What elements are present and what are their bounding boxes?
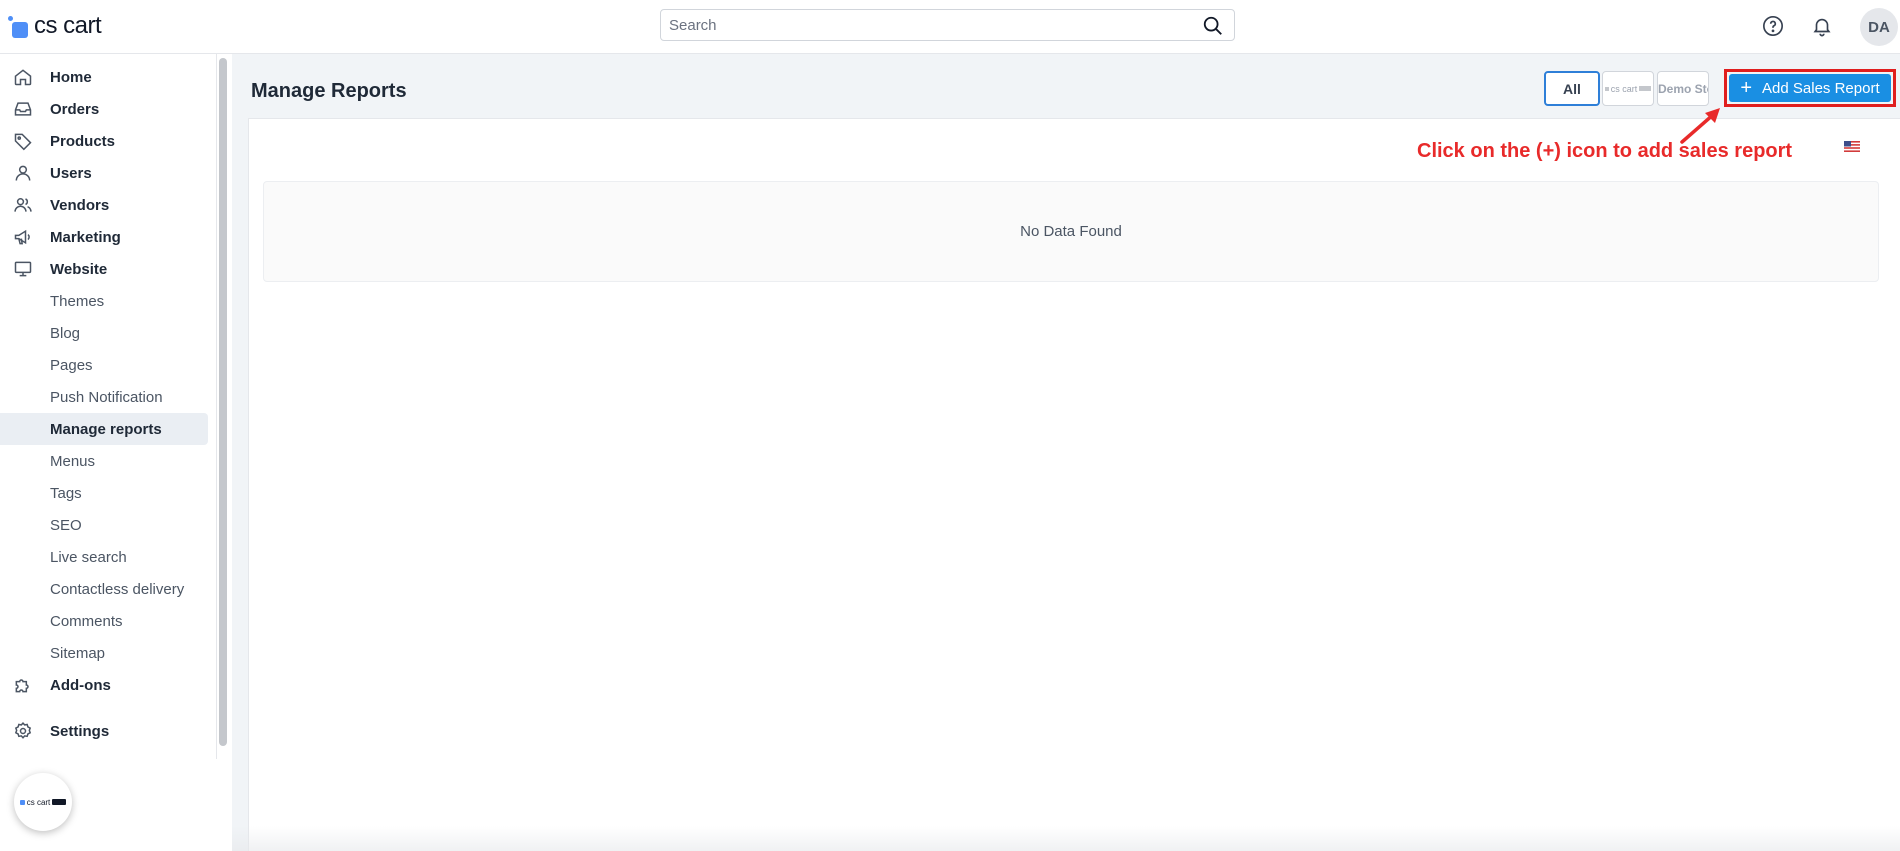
storefront-filter-demo-store[interactable]: Demo Store xyxy=(1657,71,1709,106)
user-icon xyxy=(15,165,31,181)
sidebar-item-settings[interactable]: Settings xyxy=(0,715,208,747)
add-sales-report-button[interactable]: + Add Sales Report xyxy=(1729,74,1891,102)
sidebar-item-vendors[interactable]: Vendors xyxy=(0,189,208,221)
sidebar-item-label: Marketing xyxy=(50,228,121,246)
sidebar-subitem-label: Manage reports xyxy=(50,420,162,438)
sidebar-item-label: Home xyxy=(50,68,92,86)
sidebar-subitem-sitemap[interactable]: Sitemap xyxy=(0,637,208,669)
avatar[interactable]: DA xyxy=(1860,8,1898,46)
storefront-filter-all[interactable]: All xyxy=(1544,71,1600,106)
sidebar-subitem-label: Tags xyxy=(50,484,82,502)
sidebar-item-products[interactable]: Products xyxy=(0,125,208,157)
gear-icon xyxy=(14,721,32,739)
store-logo: cs cart xyxy=(19,797,67,807)
users-icon xyxy=(14,198,32,212)
store-name: Demo Store xyxy=(1658,81,1708,96)
sidebar-subitem-label: Themes xyxy=(50,292,105,310)
sidebar-subitem-contactless-delivery[interactable]: Contactless delivery xyxy=(0,573,208,605)
sidebar-item-marketing[interactable]: Marketing xyxy=(0,221,208,253)
sidebar-item-label: Website xyxy=(50,260,108,278)
home-icon xyxy=(14,69,32,86)
tag-icon xyxy=(14,133,32,151)
sidebar-subitem-label: Live search xyxy=(50,548,127,566)
logo-icon xyxy=(8,16,28,38)
sidebar-subitem-label: Contactless delivery xyxy=(50,580,185,598)
sidebar-item-label: Add-ons xyxy=(50,676,111,694)
sidebar-subitem-comments[interactable]: Comments xyxy=(0,605,208,637)
megaphone-icon xyxy=(14,229,30,245)
store-logo-text: cs cart xyxy=(1610,83,1638,94)
sidebar-subitem-label: Pages xyxy=(50,356,93,374)
storefront-filter-cs-cart[interactable]: cs cart xyxy=(1602,71,1654,106)
sidebar-item-home[interactable]: Home xyxy=(0,61,208,93)
empty-state-message: No Data Found xyxy=(1020,223,1122,240)
store-switcher-bubble[interactable]: cs cart xyxy=(14,773,72,831)
store-logo: cs cart xyxy=(1604,83,1652,94)
sidebar-item-orders[interactable]: Orders xyxy=(0,93,208,125)
logo-text: cs cart xyxy=(34,12,102,39)
sidebar-item-website[interactable]: Website xyxy=(0,253,208,285)
monitor-icon xyxy=(14,261,32,277)
search-icon[interactable] xyxy=(1202,15,1224,37)
help-icon[interactable] xyxy=(1760,13,1786,39)
sidebar-subitem-label: SEO xyxy=(50,516,82,534)
us-flag-icon[interactable] xyxy=(1844,141,1860,152)
sidebar-subitem-label: Blog xyxy=(50,324,81,342)
empty-state: No Data Found xyxy=(263,181,1879,282)
plus-icon: + xyxy=(1740,77,1753,99)
sidebar-scroll-thumb[interactable] xyxy=(219,58,227,746)
sidebar-subitem-seo[interactable]: SEO xyxy=(0,509,208,541)
sidebar-subitem-label: Comments xyxy=(50,612,123,630)
inbox-icon xyxy=(14,102,32,116)
sidebar-item-label: Products xyxy=(50,132,116,150)
sidebar-item-add-ons[interactable]: Add-ons xyxy=(0,669,208,701)
bell-icon[interactable] xyxy=(1809,13,1835,39)
sidebar-item-label: Vendors xyxy=(50,196,110,214)
sidebar-subitem-menus[interactable]: Menus xyxy=(0,445,208,477)
sidebar-item-label: Settings xyxy=(50,722,110,740)
puzzle-icon xyxy=(15,679,29,693)
sidebar-subitem-label: Push Notification xyxy=(50,388,163,406)
sidebar-subitem-themes[interactable]: Themes xyxy=(0,285,208,317)
sidebar-subitem-label: Sitemap xyxy=(50,644,106,662)
sidebar-subitem-tags[interactable]: Tags xyxy=(0,477,208,509)
search-box xyxy=(660,9,1235,41)
search-input[interactable] xyxy=(669,10,1189,40)
sidebar-subitem-blog[interactable]: Blog xyxy=(0,317,208,349)
page-title: Manage Reports xyxy=(251,80,407,102)
annotation-text: Click on the (+) icon to add sales repor… xyxy=(1417,140,1793,162)
store-logo-text: cs cart xyxy=(26,797,51,807)
sidebar-item-users[interactable]: Users xyxy=(0,157,208,189)
sidebar-subitem-live-search[interactable]: Live search xyxy=(0,541,208,573)
bottom-shade xyxy=(232,826,1900,851)
sidebar-subitem-label: Menus xyxy=(50,452,96,470)
sidebar-item-label: Users xyxy=(50,164,92,182)
storefront-filter-all-label: All xyxy=(1563,80,1581,97)
add-sales-report-label: Add Sales Report xyxy=(1762,79,1880,97)
sidebar: Home Orders Products Users Vendors Marke… xyxy=(0,54,231,851)
sidebar-item-label: Orders xyxy=(50,100,100,118)
sidebar-subitem-pages[interactable]: Pages xyxy=(0,349,208,381)
sidebar-subitem-push-notification[interactable]: Push Notification xyxy=(0,381,208,413)
sidebar-subitem-manage-reports[interactable]: Manage reports xyxy=(0,413,208,445)
logo[interactable]: cs cart xyxy=(8,12,102,40)
top-bar: cs cart DA xyxy=(0,0,1900,54)
